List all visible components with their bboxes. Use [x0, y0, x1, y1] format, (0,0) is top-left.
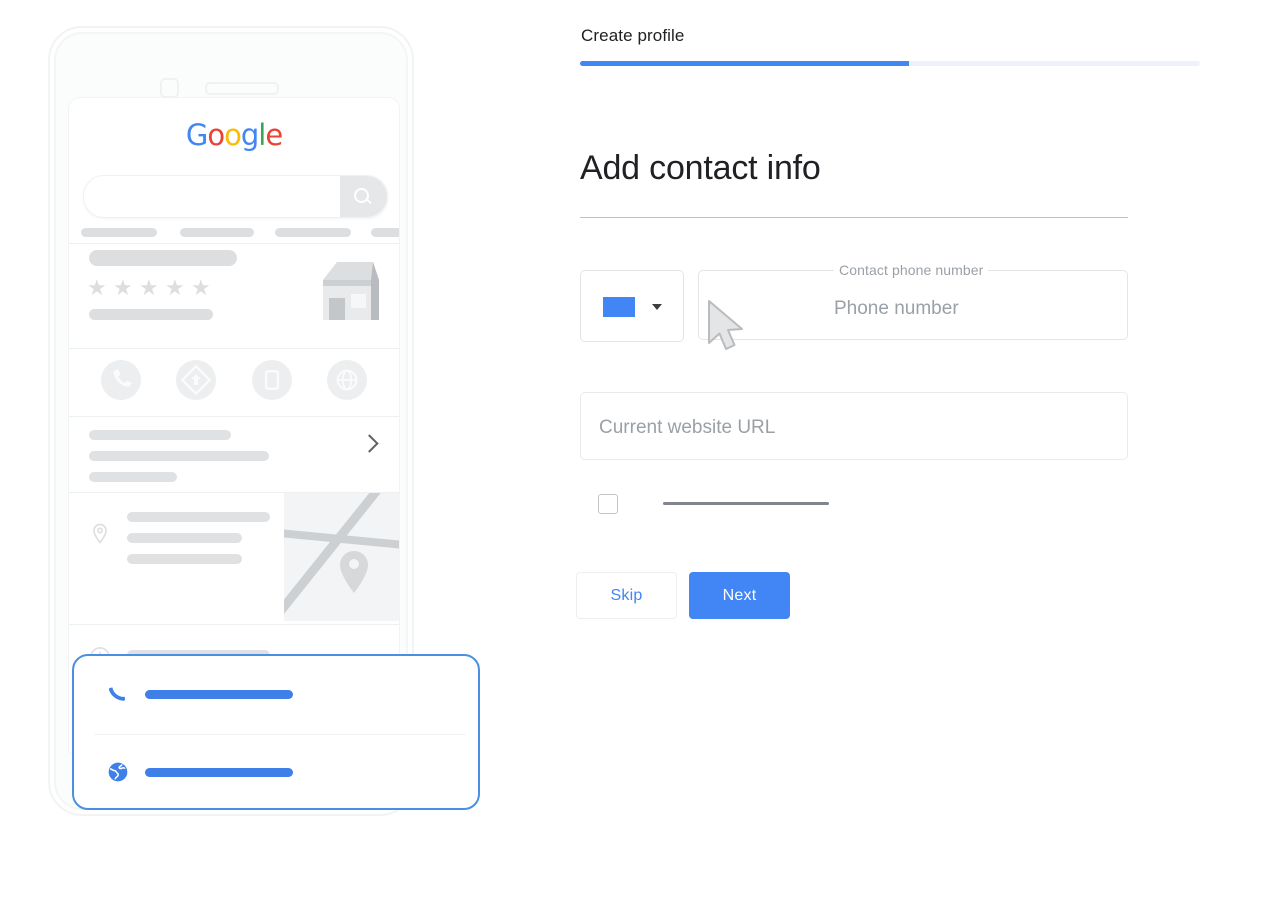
filter-chip[interactable] [81, 228, 157, 237]
logo-letter: G [185, 118, 209, 152]
address-line-placeholder [127, 533, 242, 543]
current-website-url-placeholder: Current website URL [599, 417, 776, 438]
skip-button[interactable]: Skip [576, 572, 677, 619]
consent-row [598, 494, 928, 518]
preview-search-button[interactable] [340, 176, 387, 217]
preview-search-input[interactable] [83, 175, 388, 218]
map-thumbnail[interactable] [284, 493, 399, 621]
globe-icon [108, 762, 128, 782]
divider [69, 624, 399, 625]
filter-chip[interactable] [180, 228, 254, 237]
contact-phone-number-placeholder: Phone number [834, 298, 959, 319]
search-icon [354, 188, 369, 203]
google-logo: Google [69, 118, 399, 152]
logo-letter: o [224, 118, 242, 152]
phone-speaker-icon [205, 82, 279, 95]
current-website-url-input[interactable]: Current website URL [580, 392, 1128, 460]
progress-bar-fill [580, 61, 909, 66]
star-icon: ★ [87, 275, 107, 300]
chevron-down-icon [652, 304, 662, 310]
contact-phone-number-label: Contact phone number [834, 262, 989, 278]
create-profile-form: Create profile Add contact info Contact … [576, 0, 1200, 918]
action-icons-row [69, 360, 399, 400]
logo-letter: o [207, 118, 225, 152]
star-icon: ★ [191, 275, 211, 300]
info-section[interactable] [89, 430, 269, 493]
filter-chips-row [81, 228, 399, 240]
filter-chip[interactable] [371, 228, 399, 237]
phone-icon [108, 687, 126, 701]
contact-info-callout [72, 654, 480, 810]
logo-letter: e [265, 118, 283, 152]
page-title: Add contact info [580, 148, 821, 187]
directions-icon[interactable] [176, 360, 217, 400]
save-icon[interactable] [251, 360, 292, 400]
info-line-placeholder [89, 451, 269, 461]
progress-bar-track [580, 61, 1200, 66]
website-value-placeholder [145, 768, 293, 777]
star-icon: ★ [113, 275, 133, 300]
location-pin-icon [93, 523, 107, 544]
consent-label-placeholder [663, 502, 829, 505]
contact-phone-number-input[interactable]: Contact phone number Phone number [698, 262, 1128, 340]
callout-row-website [74, 734, 478, 812]
divider [69, 416, 399, 417]
form-actions: Skip Next [576, 572, 790, 619]
phone-camera-icon [160, 78, 179, 98]
step-label: Create profile [581, 26, 685, 45]
consent-checkbox[interactable] [598, 494, 618, 514]
filter-chip[interactable] [275, 228, 351, 237]
business-category-placeholder [89, 309, 213, 320]
star-icon: ★ [139, 275, 159, 300]
divider [69, 348, 399, 349]
address-line-placeholder [127, 512, 270, 522]
phone-icon[interactable] [100, 360, 141, 400]
heading-divider [580, 217, 1128, 218]
phone-mockup: Google ★ ★ ★ ★ ★ [48, 26, 480, 816]
storefront-icon [323, 262, 379, 320]
address-line-placeholder [127, 554, 242, 564]
divider [69, 243, 399, 244]
rating-stars: ★ ★ ★ ★ ★ [87, 275, 212, 300]
address-section[interactable] [127, 512, 270, 575]
star-icon: ★ [165, 275, 185, 300]
website-icon[interactable] [327, 360, 368, 400]
info-line-placeholder [89, 430, 231, 440]
callout-row-phone [74, 656, 478, 734]
logo-letter: g [240, 118, 259, 152]
phone-value-placeholder [145, 690, 293, 699]
business-name-placeholder [89, 250, 237, 266]
phone-number-row: Contact phone number Phone number [580, 262, 1128, 342]
chevron-right-icon[interactable] [360, 434, 379, 453]
country-code-select[interactable] [580, 270, 684, 342]
next-button[interactable]: Next [689, 572, 790, 619]
flag-placeholder-icon [603, 297, 635, 317]
info-line-placeholder [89, 472, 177, 482]
